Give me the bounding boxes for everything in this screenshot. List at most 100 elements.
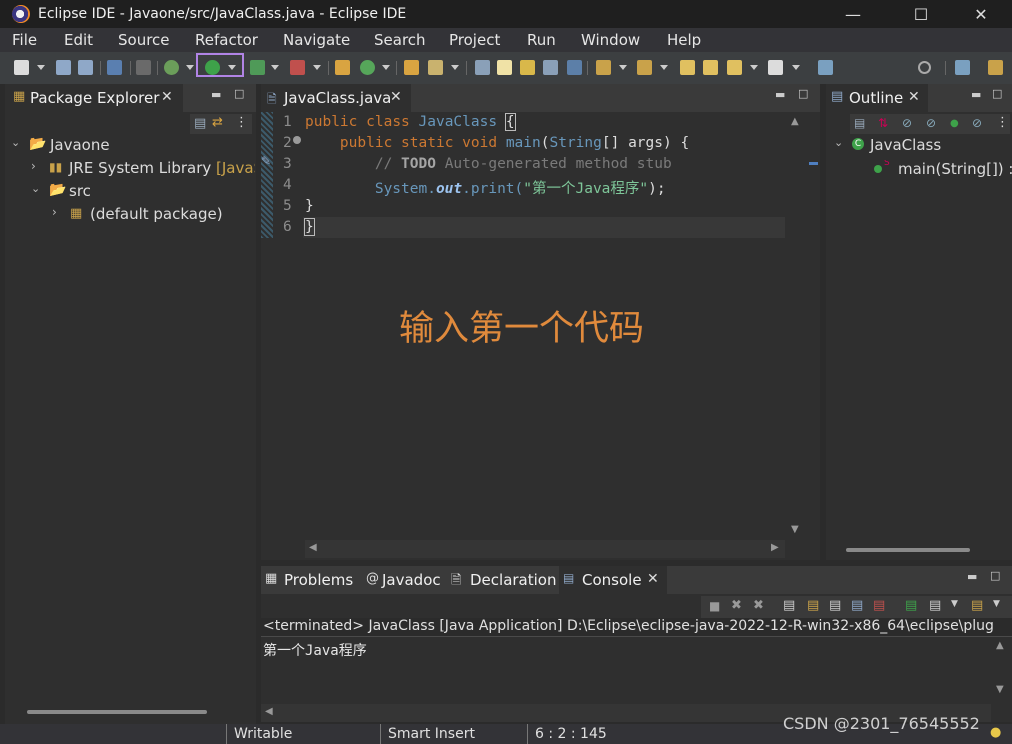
code-area[interactable]: public class JavaClass { public static v… — [304, 113, 785, 240]
back-dropdown-icon[interactable] — [750, 65, 758, 70]
open-console-icon[interactable]: ▤ — [971, 598, 983, 613]
forward-edit-icon[interactable] — [703, 60, 718, 75]
open-perspective-icon[interactable] — [955, 60, 970, 75]
minimize-button[interactable]: — — [830, 0, 876, 28]
view-menu-icon[interactable]: ⋮ — [235, 115, 248, 130]
word-wrap-icon[interactable]: ▤ — [829, 598, 841, 613]
toggle-breadcrumb-icon[interactable] — [520, 60, 535, 75]
open-type-icon[interactable] — [404, 60, 419, 75]
link-editor-icon[interactable]: ⇄ — [212, 115, 223, 130]
new-java-project-icon[interactable] — [335, 60, 350, 75]
menu-project[interactable]: Project — [449, 31, 500, 49]
fold-icon[interactable] — [293, 136, 301, 144]
menu-run[interactable]: Run — [527, 31, 556, 49]
search-icon[interactable] — [918, 61, 931, 74]
task-dropdown-icon[interactable] — [451, 65, 459, 70]
forward-icon[interactable] — [768, 60, 783, 75]
prev-annotation-dropdown-icon[interactable] — [660, 65, 668, 70]
chevron-down-icon[interactable]: ⌄ — [31, 182, 40, 195]
maximize-view-icon[interactable]: □ — [992, 87, 1002, 100]
minimize-view-icon[interactable]: ▬ — [971, 88, 981, 101]
scroll-left-icon[interactable]: ◀ — [265, 706, 273, 717]
sort-icon[interactable]: ⇅ — [878, 116, 888, 130]
view-menu-icon[interactable]: ⋮ — [996, 115, 1009, 130]
coverage-dropdown-icon[interactable] — [271, 65, 279, 70]
new-dropdown-icon[interactable] — [37, 65, 45, 70]
skip-breakpoints-icon[interactable] — [136, 60, 151, 75]
new-icon[interactable] — [14, 60, 29, 75]
hide-static-icon[interactable]: ⊘ — [926, 116, 936, 130]
tab-outline[interactable]: ▤ Outline ✕ — [826, 84, 928, 112]
open-console-dropdown-icon[interactable]: ▼ — [993, 599, 1000, 609]
tree-item-src[interactable]: ⌄ 📂 src — [31, 182, 231, 202]
close-icon[interactable]: ✕ — [647, 571, 659, 587]
scroll-right-icon[interactable]: ▶ — [771, 542, 779, 553]
outline-hscrollbar[interactable] — [846, 548, 970, 552]
console-output[interactable]: 第一个Java程序 — [263, 640, 367, 660]
scroll-down-icon[interactable]: ▼ — [996, 684, 1004, 695]
menu-search[interactable]: Search — [374, 31, 426, 49]
external-tools-icon[interactable] — [290, 60, 305, 75]
chevron-right-icon[interactable]: › — [52, 205, 57, 219]
block-selection-icon[interactable] — [543, 60, 558, 75]
menu-navigate[interactable]: Navigate — [283, 31, 350, 49]
toggle-mark-icon[interactable] — [475, 60, 490, 75]
close-icon[interactable]: ✕ — [908, 89, 920, 105]
back-icon[interactable] — [727, 60, 742, 75]
forward-dropdown-icon[interactable] — [792, 65, 800, 70]
chevron-right-icon[interactable]: › — [31, 159, 36, 173]
maximize-view-icon[interactable]: □ — [990, 569, 1000, 582]
tab-javadoc[interactable]: @ Javadoc — [362, 566, 446, 594]
chevron-down-icon[interactable]: ⌄ — [11, 136, 20, 149]
tree-item-package[interactable]: › ▦ (default package) — [52, 205, 252, 225]
debug-dropdown-icon[interactable] — [186, 65, 194, 70]
external-dropdown-icon[interactable] — [313, 65, 321, 70]
hide-nonpublic-icon[interactable]: ● — [950, 118, 959, 129]
hide-local-types-icon[interactable]: ⊘ — [972, 116, 982, 130]
show-stderr-icon[interactable]: ▤ — [873, 598, 885, 613]
hide-fields-icon[interactable]: ⊘ — [902, 116, 912, 130]
prev-annotation-icon[interactable] — [637, 60, 652, 75]
menu-source[interactable]: Source — [118, 31, 170, 49]
open-task-icon[interactable] — [428, 60, 443, 75]
pin-console-icon[interactable]: ▤ — [905, 598, 917, 613]
tree-item-jre[interactable]: › ▮▮ JRE System Library [JavaS — [31, 159, 255, 179]
outline-item-method[interactable]: S main(String[]) : v — [874, 160, 1012, 180]
next-annotation-icon[interactable] — [596, 60, 611, 75]
tree-item-project[interactable]: ⌄ 📂 Javaone — [11, 136, 251, 156]
close-window-button[interactable]: ✕ — [958, 0, 1004, 28]
minimize-view-icon[interactable]: ▬ — [967, 570, 977, 583]
next-annotation-dropdown-icon[interactable] — [619, 65, 627, 70]
scroll-up-icon[interactable]: ▲ — [996, 640, 1004, 651]
maximize-button[interactable]: ☐ — [898, 0, 944, 28]
menu-edit[interactable]: Edit — [64, 31, 93, 49]
scroll-down-icon[interactable]: ▼ — [791, 524, 799, 535]
menu-window[interactable]: Window — [581, 31, 640, 49]
close-icon[interactable]: ✕ — [390, 89, 402, 105]
collapse-all-icon[interactable]: ▤ — [194, 116, 206, 131]
tab-declaration[interactable]: 🗎 Declaration — [447, 566, 557, 594]
menu-help[interactable]: Help — [667, 31, 701, 49]
lightbulb-icon[interactable]: ● — [990, 725, 1001, 740]
new-class-icon[interactable] — [360, 60, 375, 75]
save-all-icon[interactable] — [78, 60, 93, 75]
minimize-view-icon[interactable]: ▬ — [211, 88, 221, 101]
menu-refactor[interactable]: Refactor — [195, 31, 258, 49]
maximize-view-icon[interactable]: □ — [234, 87, 244, 100]
chevron-down-icon[interactable]: ⌄ — [834, 136, 843, 149]
menu-file[interactable]: File — [12, 31, 37, 49]
toggle-highlight-icon[interactable] — [497, 60, 512, 75]
collapse-all-icon[interactable]: ▤ — [854, 116, 865, 130]
debug-icon[interactable] — [164, 60, 179, 75]
scroll-lock-icon[interactable]: ▤ — [807, 598, 819, 613]
save-icon[interactable] — [56, 60, 71, 75]
scroll-left-icon[interactable]: ◀ — [309, 542, 317, 553]
show-stdout-icon[interactable]: ▤ — [851, 598, 863, 613]
scroll-up-icon[interactable]: ▲ — [791, 116, 799, 127]
terminate-icon[interactable]: ■ — [709, 599, 720, 613]
last-edit-icon[interactable] — [680, 60, 695, 75]
display-dropdown-icon[interactable]: ▼ — [951, 599, 958, 609]
terminal-icon[interactable] — [107, 60, 122, 75]
remove-launch-icon[interactable]: ✖ — [731, 598, 742, 613]
tab-problems[interactable]: ▦ Problems — [261, 566, 360, 594]
